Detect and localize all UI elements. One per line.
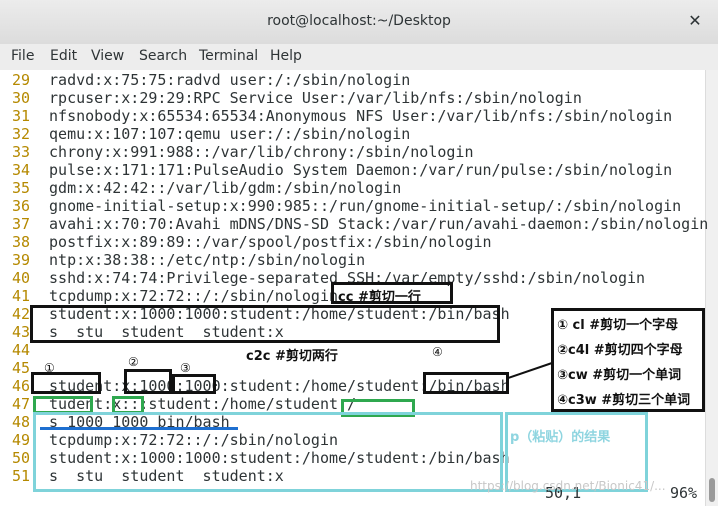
- legend-item-2: ②c4l #剪切四个字母: [557, 343, 683, 358]
- paste-note: p（粘贴）的结果: [510, 430, 611, 445]
- terminal-line: 40 sshd:x:74:74:Privilege-separated SSH:…: [12, 269, 645, 287]
- line-text: tcpdump:x:72:72::/:/sbin/nologin: [40, 287, 339, 305]
- terminal-line: 33 chrony:x:991:988::/var/lib/chrony:/sb…: [12, 143, 473, 161]
- line-number: 30: [12, 89, 31, 107]
- terminal-line: 44: [12, 341, 40, 359]
- cut-two-lines-box: [30, 305, 500, 343]
- terminal-line: 39 ntp:x:38:38::/etc/ntp:/sbin/nologin: [12, 251, 365, 269]
- circle-3: ③: [180, 361, 191, 375]
- terminal-line: 36 gnome-initial-setup:x:990:985::/run/g…: [12, 197, 681, 215]
- legend-connector: [507, 362, 553, 379]
- line-number: 44: [12, 341, 31, 359]
- legend-item-4: ④c3w #剪切三个单词: [557, 393, 691, 408]
- scrollbar[interactable]: [705, 70, 718, 506]
- word-box-2: [124, 369, 172, 394]
- title-bar: root@localhost:~/Desktop ✕: [0, 0, 718, 45]
- terminal-line: 38 postfix:x:89:89::/var/spool/postfix:/…: [12, 233, 492, 251]
- circle-4: ④: [432, 345, 443, 359]
- scroll-percent: 96%: [670, 484, 698, 502]
- menu-bar: File Edit View Search Terminal Help: [0, 44, 718, 71]
- terminal-line: 32 qemu:x:107:107:qemu user:/:/sbin/nolo…: [12, 125, 410, 143]
- line-number: 32: [12, 125, 31, 143]
- close-icon[interactable]: ✕: [686, 12, 704, 30]
- terminal-line: 34 pulse:x:171:171:PulseAudio System Dae…: [12, 161, 672, 179]
- legend-item-1: ① cl #剪切一个字母: [557, 318, 679, 333]
- line-text: gnome-initial-setup:x:990:985::/run/gnom…: [40, 197, 682, 215]
- line-number: 40: [12, 269, 31, 287]
- menu-terminal[interactable]: Terminal: [199, 48, 258, 64]
- menu-view[interactable]: View: [91, 48, 124, 64]
- c2c-note: c2c #剪切两行: [246, 349, 338, 364]
- line-text: nfsnobody:x:65534:65534:Anonymous NFS Us…: [40, 107, 673, 125]
- word-box-3: [172, 374, 216, 394]
- line-text: rpcuser:x:29:29:RPC Service User:/var/li…: [40, 89, 582, 107]
- line-text: avahi:x:70:70:Avahi mDNS/DNS-SD Stack:/v…: [40, 215, 709, 233]
- terminal-line: 35 gdm:x:42:42::/var/lib/gdm:/sbin/nolog…: [12, 179, 401, 197]
- word-box-1: [31, 372, 101, 394]
- line-number: 41: [12, 287, 31, 305]
- line-number: 34: [12, 161, 31, 179]
- scrollbar-thumb[interactable]: [709, 478, 715, 502]
- line-text: postfix:x:89:89::/var/spool/postfix:/sbi…: [40, 233, 492, 251]
- menu-search[interactable]: Search: [139, 48, 187, 64]
- line-text: gdm:x:42:42::/var/lib/gdm:/sbin/nologin: [40, 179, 402, 197]
- watermark: https://blog.csdn.net/Bionic41/...: [470, 479, 666, 493]
- line-text: chrony:x:991:988::/var/lib/chrony:/sbin/…: [40, 143, 474, 161]
- line-number: 36: [12, 197, 31, 215]
- line-text: qemu:x:107:107:qemu user:/:/sbin/nologin: [40, 125, 411, 143]
- line-text: pulse:x:171:171:PulseAudio System Daemon…: [40, 161, 673, 179]
- word-box-4: [423, 372, 509, 394]
- circle-2: ②: [128, 355, 139, 369]
- line-number: 37: [12, 215, 31, 233]
- paste-result-box: [33, 412, 503, 492]
- menu-edit[interactable]: Edit: [50, 48, 77, 64]
- line-number: 35: [12, 179, 31, 197]
- terminal-line: 37 avahi:x:70:70:Avahi mDNS/DNS-SD Stack…: [12, 215, 708, 233]
- line-number: 39: [12, 251, 31, 269]
- terminal-line: 31 nfsnobody:x:65534:65534:Anonymous NFS…: [12, 107, 672, 125]
- window-title: root@localhost:~/Desktop: [267, 13, 451, 29]
- cc-note: cc #剪切一行: [338, 290, 421, 305]
- line-number: 33: [12, 143, 31, 161]
- line-text: radvd:x:75:75:radvd user:/:/sbin/nologin: [40, 71, 411, 89]
- terminal-line: 29 radvd:x:75:75:radvd user:/:/sbin/nolo…: [12, 71, 410, 89]
- terminal-line: 41 tcpdump:x:72:72::/:/sbin/nologin: [12, 287, 338, 305]
- line-text: ntp:x:38:38::/etc/ntp:/sbin/nologin: [40, 251, 366, 269]
- menu-help[interactable]: Help: [270, 48, 302, 64]
- terminal-line: 30 rpcuser:x:29:29:RPC Service User:/var…: [12, 89, 582, 107]
- menu-file[interactable]: File: [11, 48, 34, 64]
- legend-item-3: ③cw #剪切一个单词: [557, 368, 682, 383]
- line-number: 38: [12, 233, 31, 251]
- line-number: 31: [12, 107, 31, 125]
- line-number: 29: [12, 71, 31, 89]
